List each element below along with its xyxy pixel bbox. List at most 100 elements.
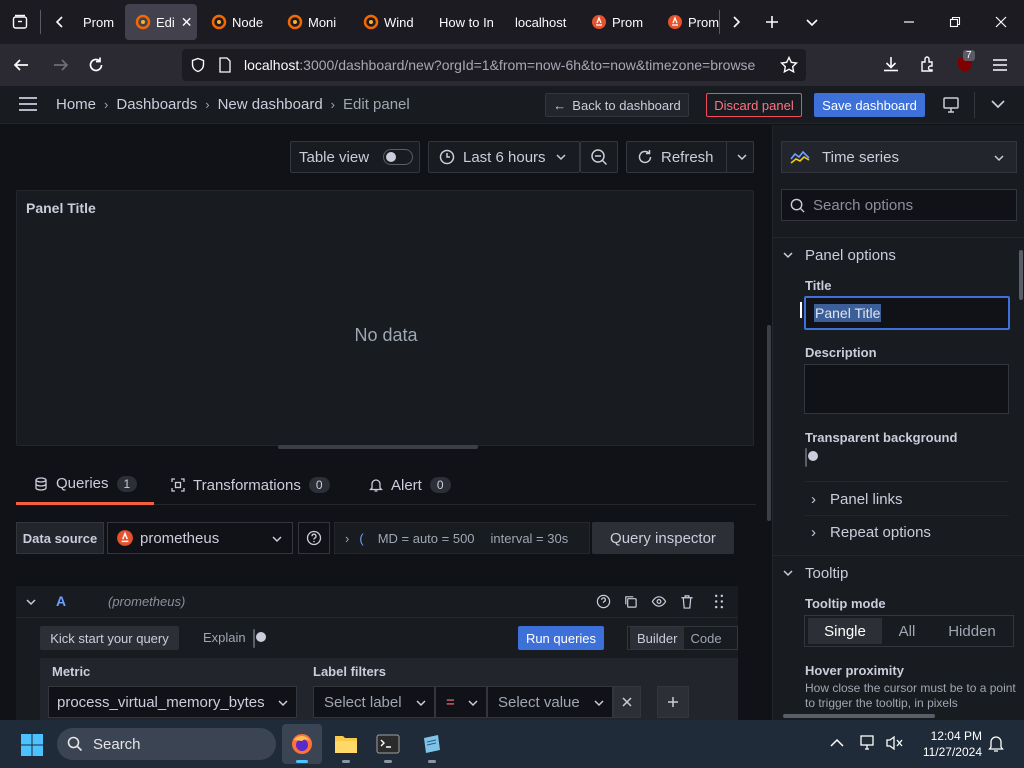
chevron-down-icon	[416, 699, 426, 707]
panel-resize-handle[interactable]	[278, 445, 478, 449]
help-circle-icon[interactable]	[596, 594, 611, 609]
back-to-dashboard-button[interactable]: ← Back to dashboard	[545, 93, 689, 117]
menu-icon[interactable]	[18, 96, 38, 112]
datasource-label: Data source	[16, 522, 104, 554]
extensions-icon[interactable]	[919, 55, 937, 73]
operator-select[interactable]: =	[435, 686, 487, 718]
search-options-input[interactable]: Search options	[781, 189, 1017, 221]
code-mode-button[interactable]: Code	[684, 631, 727, 646]
url-bar[interactable]: localhost:3000/dashboard/new?orgId=1&fro…	[182, 49, 806, 81]
label-select[interactable]: Select label	[313, 686, 435, 718]
datasource-picker[interactable]: prometheus	[107, 522, 293, 554]
table-view-switch[interactable]	[383, 149, 414, 165]
url-text[interactable]: localhost:3000/dashboard/new?orgId=1&fro…	[244, 57, 768, 73]
refresh-button[interactable]: Refresh	[626, 141, 754, 173]
breadcrumb-dashboards[interactable]: Dashboards	[116, 96, 197, 113]
volume-muted-icon[interactable]	[886, 735, 904, 751]
chevron-down-icon[interactable]	[26, 598, 36, 606]
tab-alert[interactable]: Alert 0	[369, 465, 451, 505]
shield-icon[interactable]	[190, 57, 206, 73]
time-range-picker[interactable]: Last 6 hours	[428, 141, 580, 173]
new-tab-icon[interactable]	[752, 0, 792, 44]
browser-tab[interactable]: Prom	[79, 4, 125, 40]
page-icon[interactable]	[218, 57, 232, 73]
drag-handle-icon[interactable]	[714, 594, 724, 609]
browser-tab[interactable]: Node	[197, 4, 273, 40]
options-scrollbar[interactable]	[1019, 250, 1023, 300]
value-select[interactable]: Select value	[487, 686, 613, 718]
firefox-view-icon[interactable]	[0, 0, 40, 44]
taskbar-firefox[interactable]	[282, 724, 322, 764]
horizontal-scrollbar[interactable]	[783, 714, 935, 718]
tab-queries[interactable]: Queries 1	[16, 465, 154, 505]
datasource-help-button[interactable]	[298, 522, 330, 554]
taskbar-clock[interactable]: 12:04 PM 11/27/2024	[914, 728, 982, 760]
discard-panel-button[interactable]: Discard panel	[706, 93, 802, 117]
breadcrumb-new-dashboard[interactable]: New dashboard	[218, 96, 323, 113]
transform-icon	[171, 478, 185, 492]
vertical-scrollbar[interactable]	[767, 325, 771, 521]
restore-window-icon[interactable]	[932, 0, 978, 44]
tab-transformations[interactable]: Transformations 0	[171, 465, 330, 505]
browser-tab[interactable]: Prom	[577, 4, 653, 40]
transparent-background-switch[interactable]	[805, 448, 807, 467]
zoom-out-button[interactable]	[580, 141, 618, 173]
panel-options-header[interactable]: Panel options	[773, 245, 1024, 265]
kick-start-button[interactable]: Kick start your query	[40, 626, 179, 650]
taskbar-terminal[interactable]	[368, 724, 408, 764]
run-queries-button[interactable]: Run queries	[518, 626, 604, 650]
add-filter-button[interactable]	[657, 686, 689, 718]
browser-tab[interactable]: Prom	[653, 4, 719, 40]
taskbar-app[interactable]	[412, 724, 452, 764]
metric-select[interactable]: process_virtual_memory_bytes	[48, 686, 297, 718]
query-options-toggle[interactable]: › ( MD = auto = 500 interval = 30s	[334, 522, 590, 554]
tab-scroll-right-icon[interactable]	[720, 0, 752, 44]
chevron-down-icon[interactable]	[737, 153, 747, 161]
remove-filter-button[interactable]	[613, 686, 641, 718]
save-dashboard-button[interactable]: Save dashboard	[814, 93, 925, 117]
duplicate-icon[interactable]	[623, 594, 638, 609]
downloads-icon[interactable]	[882, 55, 900, 73]
explain-switch[interactable]	[253, 629, 255, 648]
table-view-toggle[interactable]: Table view	[290, 141, 420, 173]
browser-tab[interactable]: Wind	[349, 4, 425, 40]
trash-icon[interactable]	[680, 594, 694, 609]
close-window-icon[interactable]	[978, 0, 1024, 44]
tooltip-header[interactable]: Tooltip	[773, 563, 1024, 583]
tooltip-mode-single[interactable]: Single	[808, 618, 882, 644]
breadcrumb-home[interactable]: Home	[56, 96, 96, 113]
taskbar-search[interactable]: Search	[57, 728, 276, 760]
notification-bell-icon[interactable]	[988, 735, 1004, 753]
browser-tab[interactable]: How to In	[425, 4, 501, 40]
chevron-up-icon[interactable]	[830, 738, 844, 748]
minimize-window-icon[interactable]	[886, 0, 932, 44]
tooltip-mode-hidden[interactable]: Hidden	[932, 623, 1012, 640]
visualization-picker[interactable]: Time series	[781, 141, 1017, 173]
network-icon[interactable]	[860, 735, 878, 751]
monitor-icon[interactable]	[942, 96, 960, 114]
taskbar-file-explorer[interactable]	[326, 724, 366, 764]
ublock-extension-icon[interactable]: 7	[955, 50, 975, 74]
tooltip-mode-all[interactable]: All	[882, 623, 932, 640]
eye-icon[interactable]	[651, 594, 667, 609]
browser-tab[interactable]: Moni	[273, 4, 349, 40]
reload-icon[interactable]	[87, 56, 105, 74]
repeat-options-header[interactable]: › Repeat options	[773, 522, 1024, 542]
query-inspector-button[interactable]: Query inspector	[592, 522, 734, 554]
windows-start-icon[interactable]	[20, 733, 44, 757]
title-input[interactable]: Panel Title	[804, 296, 1010, 330]
builder-mode-button[interactable]: Builder	[630, 627, 685, 649]
chevron-down-icon[interactable]	[991, 99, 1005, 109]
tab-scroll-left-icon[interactable]	[41, 0, 79, 44]
forward-arrow-icon[interactable]	[52, 56, 70, 74]
close-tab-icon[interactable]: ✕	[181, 14, 193, 31]
browser-tab-active[interactable]: Edi ✕	[125, 4, 197, 40]
browser-tab[interactable]: localhost	[501, 4, 577, 40]
list-tabs-icon[interactable]	[792, 0, 832, 44]
panel-links-header[interactable]: › Panel links	[773, 489, 1024, 509]
bookmark-star-icon[interactable]	[780, 56, 798, 74]
query-row-header[interactable]: A (prometheus)	[16, 586, 738, 618]
hamburger-menu-icon[interactable]	[991, 56, 1009, 74]
back-arrow-icon[interactable]	[12, 56, 30, 74]
description-textarea[interactable]	[804, 364, 1009, 414]
